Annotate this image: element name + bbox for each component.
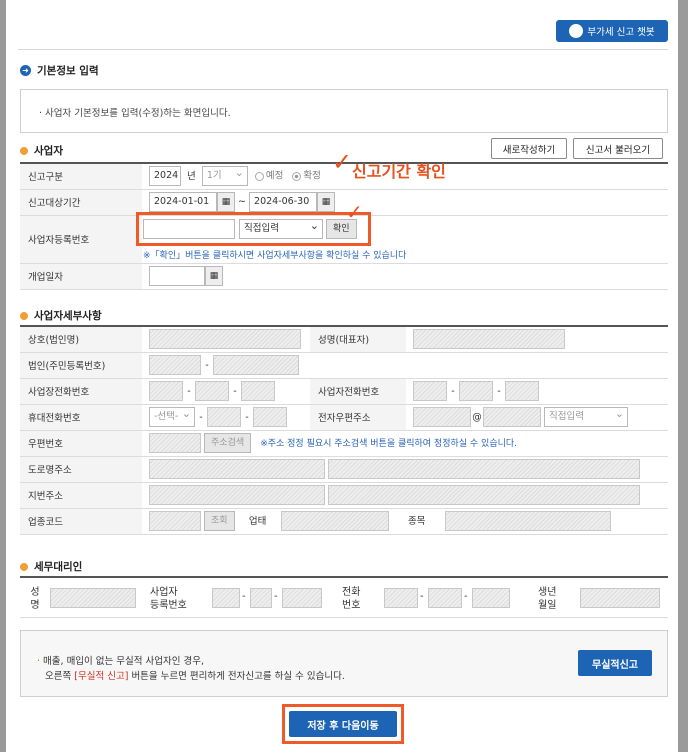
bullet-icon [20, 562, 28, 571]
section-business-title: 사업자 [20, 143, 63, 158]
corp-no-field-1[interactable] [149, 355, 201, 375]
biz-phone-label: 사업장전화번호 [20, 378, 142, 405]
chatbot-label: 부가세 신고 챗봇 [587, 27, 655, 38]
road-address-field-2[interactable] [328, 459, 641, 479]
load-report-button[interactable]: 신고서 불러오기 [573, 138, 663, 159]
email-domain-field[interactable] [483, 407, 541, 427]
zero-report-button[interactable]: 무실적신고 [578, 650, 652, 676]
details-table: 상호(법인명) 성명(대표자) 법인(주민등록번호) - 사업장전화번호 -- … [20, 325, 668, 535]
road-address-field-1[interactable] [149, 459, 325, 479]
industry-code-label: 업종코드 [20, 508, 142, 535]
agent-phone-field-1[interactable] [384, 588, 418, 608]
year-field[interactable]: 2024 [149, 166, 181, 187]
lot-address-field-2[interactable] [328, 485, 641, 505]
save-next-button[interactable]: 저장 후 다음이동 [289, 711, 397, 737]
business-item-label: 종목 [407, 515, 426, 527]
owner-phone-field-2[interactable] [459, 381, 493, 401]
address-note: ※주소 정정 필요시 주소검색 버튼을 클릭하여 정정하실 수 있습니다. [260, 438, 518, 449]
zip-field[interactable] [149, 433, 201, 453]
annotation-text: 신고기간 확인 [352, 162, 446, 181]
lot-address-field-1[interactable] [149, 485, 325, 505]
notice-line-1: · 매출, 매입이 없는 무실적 사업자인 경우, [37, 656, 205, 667]
address-search-button[interactable]: 주소검색 [204, 433, 252, 453]
open-date-field[interactable] [149, 266, 205, 286]
corp-no-field-2[interactable] [213, 355, 299, 375]
bullet-icon [20, 311, 28, 320]
info-box: · 사업자 기본정보를 입력(수정)하는 화면입니다. [20, 89, 668, 133]
chatbot-button[interactable]: 부가세 신고 챗봇 [556, 20, 668, 42]
section-details-title: 사업자세부사항 [20, 308, 102, 323]
arrow-right-icon: ➜ [20, 65, 31, 76]
email-label: 전자우편주소 [310, 404, 406, 431]
trade-name-field[interactable] [149, 329, 301, 350]
agent-phone-field-3[interactable] [472, 588, 510, 608]
calendar-icon[interactable]: ▦ [205, 266, 223, 286]
owner-phone-label: 사업자전화번호 [310, 378, 406, 405]
industry-code-field[interactable] [149, 511, 201, 531]
agent-name-field[interactable] [50, 588, 136, 608]
agent-reg-label: 사업자 등록번호 [150, 587, 187, 611]
annotation-check-icon: ✓ [332, 148, 353, 176]
period-select[interactable]: 1기 [201, 164, 248, 187]
info-text: 사업자 기본정보를 입력(수정)하는 화면입니다. [45, 108, 231, 119]
bullet-icon [20, 146, 28, 155]
mobile-field-2[interactable] [207, 407, 241, 427]
radio-estimate[interactable] [254, 171, 264, 181]
radio-final[interactable] [292, 171, 302, 181]
trade-name-label: 상호(법인명) [20, 326, 142, 353]
business-type-field[interactable] [280, 511, 389, 531]
rep-name-label: 성명(대표자) [310, 326, 406, 353]
owner-phone-field-1[interactable] [413, 381, 447, 401]
section-basic-title: ➜ 기본정보 입력 [20, 63, 99, 78]
agent-birth-field[interactable] [580, 588, 660, 608]
agent-phone-field-2[interactable] [428, 588, 462, 608]
page: 부가세 신고 챗봇 ➜ 기본정보 입력 · 사업자 기본정보를 입력(수정)하는… [6, 0, 678, 752]
new-write-button[interactable]: 새로작성하기 [491, 138, 567, 159]
agent-phone-label: 전화 번호 [342, 587, 361, 611]
mobile-select[interactable]: -선택- [149, 405, 195, 427]
section-agent-title: 세무대리인 [20, 559, 82, 574]
reg-no-note: ※「확인」버튼을 클릭하시면 사업자세부사항을 확인하실 수 있습니다 [143, 251, 407, 261]
biz-phone-field-2[interactable] [195, 381, 229, 401]
business-item-field[interactable] [444, 511, 611, 531]
date-to-field[interactable]: 2024-06-30 [249, 192, 318, 212]
rep-name-field[interactable] [413, 329, 565, 350]
report-type-label: 신고구분 [20, 163, 142, 190]
zip-label: 우편번호 [20, 430, 142, 457]
mobile-label: 휴대전화번호 [20, 404, 142, 431]
reg-no-select[interactable]: 직접입력 [239, 217, 323, 239]
calendar-icon[interactable]: ▦ [317, 192, 336, 212]
zero-report-notice: · 매출, 매입이 없는 무실적 사업자인 경우, 오른쪽 [무실적 신고] 버… [20, 630, 668, 697]
biz-phone-field-3[interactable] [241, 381, 275, 401]
chatbot-icon [569, 24, 584, 38]
agent-birth-label: 생년 월일 [538, 587, 557, 611]
biz-phone-field-1[interactable] [149, 381, 183, 401]
lookup-button[interactable]: 조회 [204, 511, 235, 531]
email-user-field[interactable] [413, 407, 471, 427]
date-from-field[interactable]: 2024-01-01 [149, 192, 217, 212]
email-select[interactable]: 직접입력 [544, 405, 629, 427]
lot-address-label: 지번주소 [20, 482, 142, 509]
agent-row: 성명 사업자 등록번호 - - 전화 번호 - - 생년 월일 [20, 576, 668, 618]
calendar-icon[interactable]: ▦ [217, 192, 235, 212]
annotation-check-icon: ✓ [346, 200, 363, 224]
agent-reg-field-2[interactable] [250, 588, 272, 608]
reg-no-label: 사업자등록번호 [20, 215, 142, 264]
agent-reg-field-3[interactable] [282, 588, 322, 608]
road-address-label: 도로명주소 [20, 456, 142, 483]
open-date-label: 개업일자 [20, 263, 142, 290]
notice-line-2: 오른쪽 [무실적 신고] 버튼을 누르면 편리하게 전자신고를 하실 수 있습니… [45, 671, 345, 682]
mobile-field-3[interactable] [253, 407, 287, 427]
reg-no-field[interactable] [143, 219, 235, 239]
agent-reg-field-1[interactable] [212, 588, 240, 608]
corp-no-label: 법인(주민등록번호) [20, 352, 142, 379]
owner-phone-field-3[interactable] [505, 381, 539, 401]
business-type-label: 업태 [248, 515, 267, 527]
period-label: 신고대상기간 [20, 189, 142, 216]
divider [18, 49, 668, 50]
agent-name-label: 성명 [30, 587, 40, 611]
